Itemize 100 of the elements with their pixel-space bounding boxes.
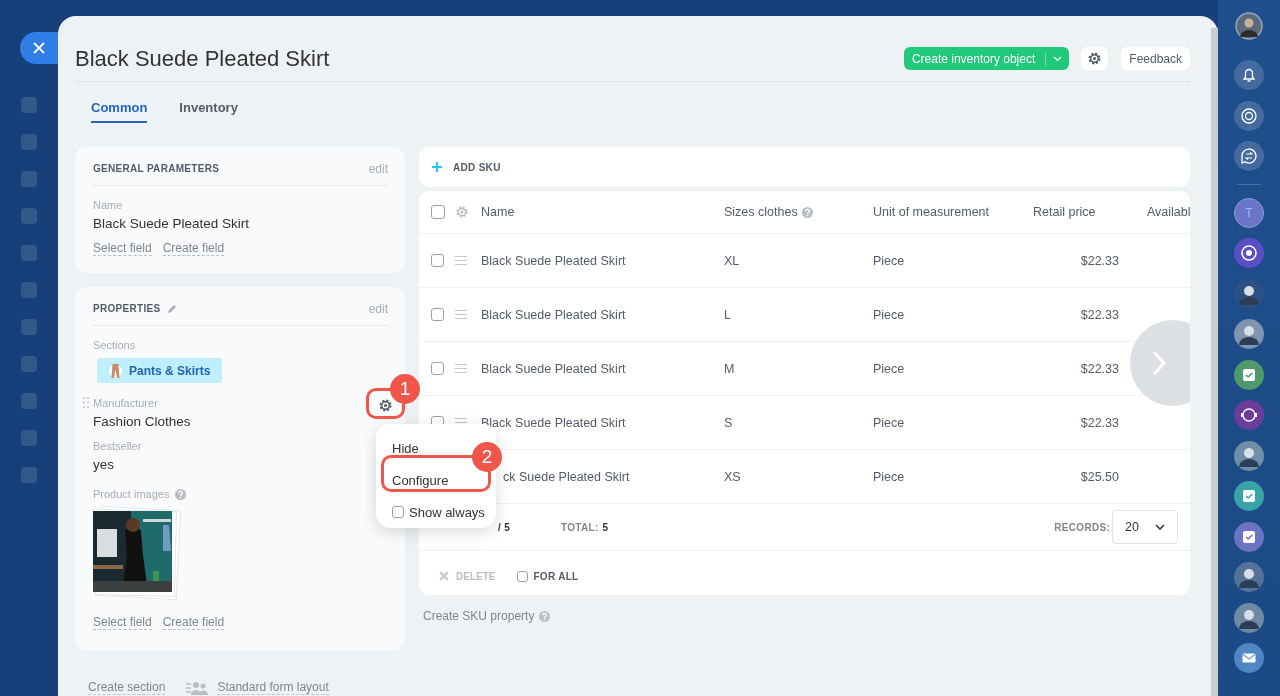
task-icon[interactable]	[1234, 521, 1264, 552]
field-value: yes	[93, 456, 115, 473]
menu-icon[interactable]	[21, 282, 37, 298]
feedback-button[interactable]: Feedback	[1121, 47, 1190, 70]
column-header[interactable]: Availabl	[1147, 205, 1190, 219]
form-layout-link[interactable]: Standard form layout	[217, 680, 329, 695]
caret-icon	[1155, 524, 1165, 530]
field-label: Product images	[93, 488, 170, 500]
add-sku-button[interactable]: ADD SKU	[419, 147, 1190, 187]
menu-icon[interactable]	[21, 430, 37, 446]
table-cell-text: $22.33	[1079, 415, 1119, 430]
user-avatar[interactable]	[1234, 602, 1264, 633]
bell-icon[interactable]	[1234, 60, 1264, 90]
menu-icon[interactable]	[21, 356, 37, 372]
table-cell-text: $22.33	[1079, 307, 1119, 322]
table-cell-text: Black Suede Pleated Skirt	[481, 253, 627, 268]
table-cell-text: XL	[724, 253, 741, 268]
table-cell-text: Black Suede Pleated Skirt	[481, 361, 627, 376]
menu-icon[interactable]	[21, 245, 37, 261]
close-button[interactable]	[20, 32, 58, 64]
create-sku-property-link[interactable]: Create SKU property	[423, 609, 535, 623]
tab[interactable]: Common	[91, 98, 148, 123]
page-title: Black Suede Pleated Skirt	[75, 45, 331, 72]
caret-icon[interactable]	[1053, 55, 1063, 62]
checkbox[interactable]	[517, 570, 529, 582]
drag-handle-icon[interactable]	[455, 256, 467, 265]
section-title: GENERAL PARAMETERS	[93, 163, 220, 174]
section-title: PROPERTIES	[93, 303, 161, 314]
section-tag[interactable]: Pants & Skirts	[97, 358, 223, 383]
menu-icon[interactable]	[21, 467, 37, 483]
plus-icon	[432, 162, 442, 172]
table-cell-text: XS	[724, 469, 742, 484]
menu-icon[interactable]	[21, 393, 37, 409]
column-header[interactable]: Name	[481, 205, 515, 219]
table-cell-text: M	[724, 361, 736, 376]
field-link[interactable]: Select field	[93, 241, 152, 256]
close-icon	[33, 42, 45, 54]
checkbox-label: FOR ALL	[533, 570, 579, 582]
task-icon[interactable]	[1234, 481, 1264, 511]
checkbox[interactable]	[431, 362, 444, 375]
table-cell-text: Piece	[873, 307, 906, 322]
select-all-checkbox[interactable]	[431, 205, 445, 219]
people-icon[interactable]	[186, 680, 209, 695]
menu-icon[interactable]	[21, 134, 37, 150]
pencil-icon[interactable]	[167, 303, 178, 314]
scrollbar[interactable]	[1211, 28, 1218, 696]
table-cell-text: $25.50	[1079, 469, 1119, 484]
records-select[interactable]: 20	[1112, 510, 1178, 544]
headset-icon[interactable]	[1234, 400, 1264, 430]
drag-handle-icon[interactable]	[455, 364, 467, 373]
settings-icon[interactable]	[378, 398, 393, 413]
field-link[interactable]: Select field	[93, 615, 152, 630]
checkbox[interactable]	[431, 308, 444, 321]
drag-handle-icon[interactable]	[83, 397, 89, 408]
table-cell-text: Piece	[873, 415, 906, 430]
mail-icon[interactable]	[1234, 643, 1264, 673]
column-header[interactable]: Retail price	[1033, 205, 1096, 219]
field-link[interactable]: Create field	[162, 615, 225, 630]
task-icon[interactable]	[1234, 359, 1264, 390]
table-cell-text: Piece	[873, 361, 906, 376]
field-link[interactable]: Create field	[162, 241, 225, 256]
user-avatar[interactable]	[1234, 278, 1264, 309]
checkbox[interactable]	[392, 506, 404, 518]
menu-item[interactable]: Show always	[392, 496, 485, 528]
chat-icon[interactable]	[1234, 141, 1264, 171]
field-label: Bestseller	[93, 439, 142, 453]
settings-icon[interactable]	[1087, 51, 1103, 66]
drag-handle-icon[interactable]	[455, 310, 467, 319]
checkbox[interactable]	[431, 254, 444, 267]
help-icon[interactable]	[801, 206, 813, 218]
field-value: Fashion Clothes	[93, 413, 192, 430]
table-cell-text: Black Suede Pleated Skirt	[481, 307, 627, 322]
field-label: Sections	[93, 338, 137, 352]
column-header[interactable]: Unit of measurement	[873, 205, 990, 219]
menu-item[interactable]: Hide	[392, 432, 419, 464]
user-avatar[interactable]	[1234, 319, 1264, 349]
help-icon[interactable]	[539, 610, 551, 622]
help-icon[interactable]	[175, 488, 187, 500]
table-cell-text: L	[724, 307, 732, 322]
user-avatar[interactable]	[1234, 440, 1264, 471]
create-section-link[interactable]: Create section	[88, 680, 166, 695]
field-value: Black Suede Pleated Skirt	[93, 215, 251, 232]
menu-icon[interactable]	[21, 319, 37, 335]
close-icon	[439, 571, 449, 581]
user-avatar[interactable]	[1234, 562, 1264, 592]
table-cell-text: $22.33	[1079, 361, 1119, 376]
selected-count: / 5	[498, 521, 511, 533]
user-avatar[interactable]	[1235, 12, 1263, 40]
menu-icon[interactable]	[21, 208, 37, 224]
settings-button[interactable]	[1081, 47, 1109, 70]
column-header[interactable]: Sizes clothes	[724, 205, 798, 219]
menu-item[interactable]: Configure	[392, 464, 449, 496]
records-label: RECORDS:	[1054, 521, 1111, 533]
target-icon[interactable]	[1234, 238, 1264, 268]
target-icon[interactable]	[1234, 100, 1264, 131]
tab[interactable]: Inventory	[179, 98, 238, 123]
total-value: 5	[602, 521, 609, 533]
field-label: Name	[93, 198, 124, 212]
menu-icon[interactable]	[21, 97, 37, 113]
menu-icon[interactable]	[21, 171, 37, 187]
